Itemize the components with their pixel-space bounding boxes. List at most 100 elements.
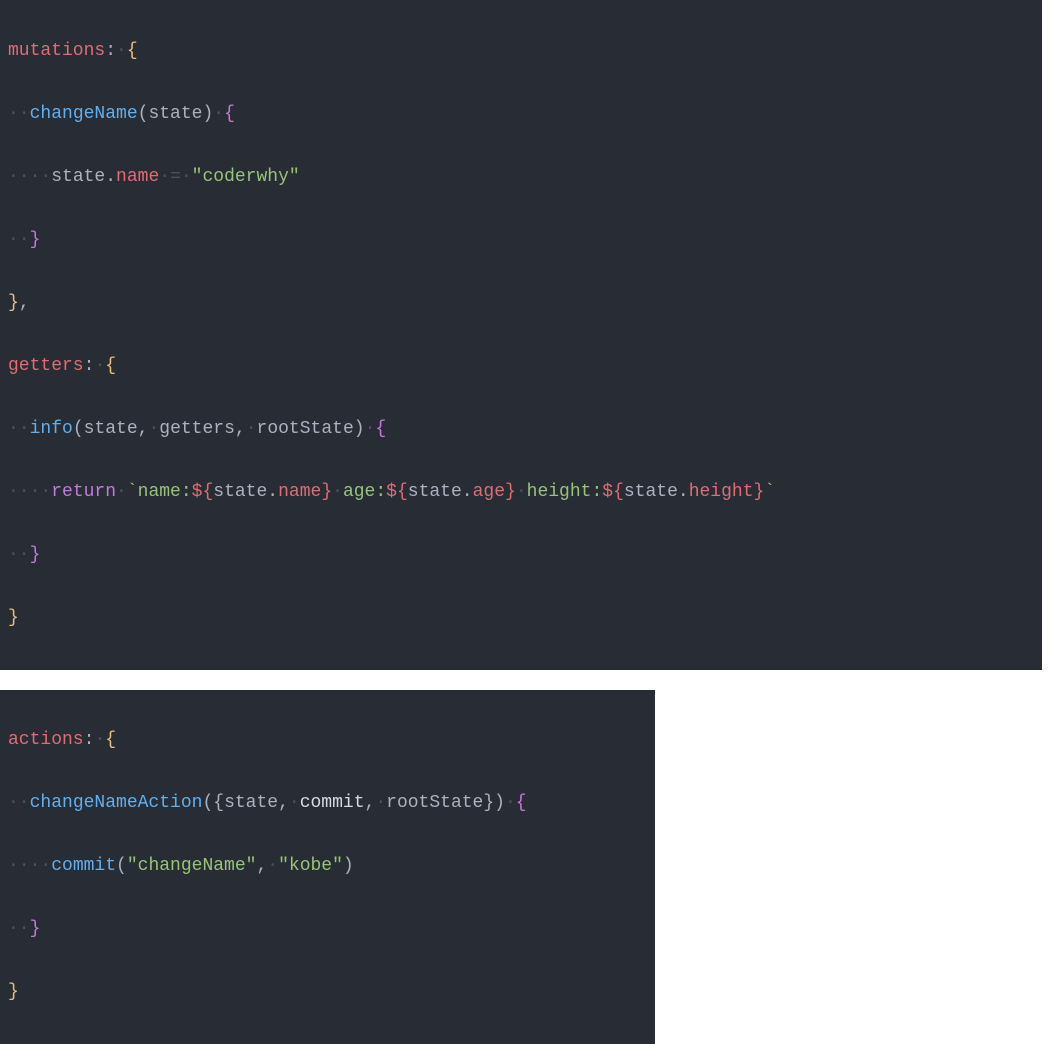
indent: ·· bbox=[8, 545, 30, 565]
indent: ·· bbox=[8, 230, 30, 250]
var-state: state bbox=[213, 482, 267, 502]
space: · bbox=[332, 482, 343, 502]
indent: ···· bbox=[8, 856, 51, 876]
param-state: state bbox=[148, 104, 202, 124]
blocks-gap bbox=[0, 670, 1055, 690]
paren: ( bbox=[73, 419, 84, 439]
template-delim: ${ bbox=[602, 482, 624, 502]
paren: ( bbox=[138, 104, 149, 124]
template-delim: ${ bbox=[192, 482, 214, 502]
comma: , bbox=[365, 793, 376, 813]
var-state: state bbox=[51, 167, 105, 187]
equals: ·=· bbox=[159, 167, 191, 187]
comma: , bbox=[19, 293, 30, 313]
fn-changeName: changeName bbox=[30, 104, 138, 124]
dot: . bbox=[462, 482, 473, 502]
paren: ) bbox=[343, 856, 354, 876]
code-line: } bbox=[8, 603, 1034, 635]
template-text: height: bbox=[527, 482, 603, 502]
brace-open: { bbox=[224, 104, 235, 124]
comma: , bbox=[256, 856, 267, 876]
var-state: state bbox=[624, 482, 678, 502]
param-state: state bbox=[84, 419, 138, 439]
template-delim: } bbox=[754, 482, 765, 502]
keyword-return: return bbox=[51, 482, 116, 502]
brace-close: } bbox=[8, 982, 19, 1002]
backtick: ` bbox=[764, 482, 775, 502]
code-line: ··changeName(state)·{ bbox=[8, 99, 1034, 131]
code-line: ··} bbox=[8, 540, 1034, 572]
code-block-2: actions:·{ ··changeNameAction({state,·co… bbox=[0, 690, 655, 1044]
paren: ) bbox=[354, 419, 365, 439]
param-rootState: rootState bbox=[257, 419, 354, 439]
template-text: name: bbox=[138, 482, 192, 502]
code-line: ··changeNameAction({state,·commit,·rootS… bbox=[8, 788, 647, 820]
param-state: state bbox=[224, 793, 278, 813]
code-line: ····state.name·=·"coderwhy" bbox=[8, 162, 1034, 194]
brace-open: { bbox=[375, 419, 386, 439]
dot: . bbox=[267, 482, 278, 502]
backtick: ` bbox=[127, 482, 138, 502]
space: · bbox=[516, 482, 527, 502]
code-line: getters:·{ bbox=[8, 351, 1034, 383]
template-delim: } bbox=[321, 482, 332, 502]
key-actions: actions bbox=[8, 730, 84, 750]
code-line: }, bbox=[8, 288, 1034, 320]
comma: , bbox=[278, 793, 289, 813]
destructure-brace: } bbox=[483, 793, 494, 813]
prop-age: age bbox=[473, 482, 505, 502]
comma: , bbox=[138, 419, 149, 439]
indent: ·· bbox=[8, 919, 30, 939]
code-block-1: mutations:·{ ··changeName(state)·{ ····s… bbox=[0, 0, 1042, 670]
code-line: ··info(state,·getters,·rootState)·{ bbox=[8, 414, 1034, 446]
param-rootState: rootState bbox=[386, 793, 483, 813]
template-delim: } bbox=[505, 482, 516, 502]
dot: . bbox=[105, 167, 116, 187]
template-delim: ${ bbox=[386, 482, 408, 502]
brace-close: } bbox=[8, 608, 19, 628]
paren: ) bbox=[202, 104, 213, 124]
colon: : bbox=[84, 356, 95, 376]
code-line: actions:·{ bbox=[8, 725, 647, 757]
indent: ·· bbox=[8, 793, 30, 813]
string-coderwhy: "coderwhy" bbox=[192, 167, 300, 187]
dot: . bbox=[678, 482, 689, 502]
code-line: mutations:·{ bbox=[8, 36, 1034, 68]
param-getters: getters bbox=[159, 419, 235, 439]
prop-height: height bbox=[689, 482, 754, 502]
paren: ( bbox=[202, 793, 213, 813]
brace-open: { bbox=[105, 356, 116, 376]
destructure-brace: { bbox=[213, 793, 224, 813]
brace-close: } bbox=[30, 230, 41, 250]
brace-close: } bbox=[30, 545, 41, 565]
colon: : bbox=[105, 41, 116, 61]
paren: ( bbox=[116, 856, 127, 876]
paren: ) bbox=[494, 793, 505, 813]
prop-name: name bbox=[278, 482, 321, 502]
var-state: state bbox=[408, 482, 462, 502]
code-line: ····commit("changeName",·"kobe") bbox=[8, 851, 647, 883]
code-line: ····return·`name:${state.name}·age:${sta… bbox=[8, 477, 1034, 509]
colon: : bbox=[84, 730, 95, 750]
indent: ·· bbox=[8, 419, 30, 439]
brace-close: } bbox=[30, 919, 41, 939]
indent: ···· bbox=[8, 167, 51, 187]
fn-info: info bbox=[30, 419, 73, 439]
brace-open: { bbox=[105, 730, 116, 750]
template-text: age: bbox=[343, 482, 386, 502]
brace-open: { bbox=[127, 41, 138, 61]
code-line: ··} bbox=[8, 225, 1034, 257]
fn-commit: commit bbox=[51, 856, 116, 876]
key-mutations: mutations bbox=[8, 41, 105, 61]
code-line: ··} bbox=[8, 914, 647, 946]
comma: , bbox=[235, 419, 246, 439]
brace-open: { bbox=[516, 793, 527, 813]
indent: ···· bbox=[8, 482, 51, 502]
param-commit: commit bbox=[300, 793, 365, 813]
string-changeName: "changeName" bbox=[127, 856, 257, 876]
brace-close: } bbox=[8, 293, 19, 313]
fn-changeNameAction: changeNameAction bbox=[30, 793, 203, 813]
key-getters: getters bbox=[8, 356, 84, 376]
string-kobe: "kobe" bbox=[278, 856, 343, 876]
indent: ·· bbox=[8, 104, 30, 124]
